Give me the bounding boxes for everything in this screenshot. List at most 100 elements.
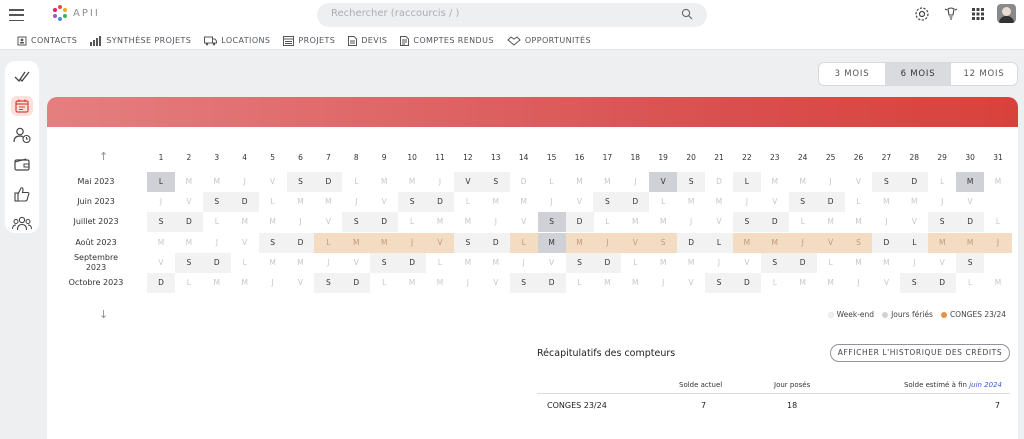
day-cell[interactable]: V <box>259 172 287 192</box>
day-cell[interactable]: V <box>677 273 705 293</box>
day-cell[interactable]: L <box>259 192 287 212</box>
history-button[interactable]: AFFICHER L'HISTORIQUE DES CRÉDITS <box>830 344 1010 362</box>
day-cell[interactable]: M <box>398 273 426 293</box>
day-cell[interactable]: S <box>481 172 510 192</box>
day-cell[interactable]: L <box>593 212 621 232</box>
day-cell[interactable]: D <box>900 172 929 192</box>
day-cell[interactable]: S <box>649 232 678 253</box>
period-option-3[interactable]: 12 MOIS <box>951 63 1017 85</box>
day-cell[interactable]: M <box>984 172 1012 192</box>
settings-icon[interactable] <box>914 6 930 22</box>
day-cell[interactable]: D <box>928 273 957 293</box>
day-cell[interactable]: M <box>677 192 705 212</box>
nav-item-truck[interactable]: LOCATIONS <box>204 32 270 49</box>
scroll-down-arrow-icon[interactable]: ↓ <box>99 308 108 321</box>
day-cell[interactable]: M <box>928 232 957 253</box>
day-cell[interactable]: L <box>314 232 343 253</box>
day-cell[interactable]: D <box>621 192 650 213</box>
day-cell[interactable]: J <box>147 192 175 212</box>
day-cell[interactable]: M <box>621 212 649 232</box>
period-option-1[interactable]: 3 MOIS <box>819 63 885 85</box>
day-cell[interactable]: L <box>621 253 649 273</box>
day-cell[interactable]: V <box>426 232 454 253</box>
day-cell[interactable]: V <box>510 212 538 232</box>
nav-item-contacts[interactable]: CONTACTS <box>17 32 77 49</box>
day-cell[interactable]: J <box>677 212 705 232</box>
day-cell[interactable]: M <box>426 212 454 232</box>
day-cell[interactable]: M <box>287 192 315 212</box>
day-cell[interactable]: D <box>481 232 510 253</box>
day-cell[interactable]: M <box>370 172 398 192</box>
day-cell[interactable]: V <box>231 233 259 253</box>
day-cell[interactable]: J <box>314 253 342 273</box>
day-cell[interactable]: D <box>398 252 427 273</box>
day-cell[interactable]: L <box>538 172 566 192</box>
day-cell[interactable]: M <box>259 253 287 273</box>
nav-item-report[interactable]: COMPTES RENDUS <box>400 32 493 49</box>
day-cell[interactable]: D <box>760 212 789 233</box>
day-cell[interactable]: S <box>956 252 985 273</box>
day-cell[interactable]: L <box>426 253 454 273</box>
day-cell[interactable]: D <box>872 232 901 253</box>
day-cell[interactable]: J <box>398 232 427 253</box>
day-cell[interactable]: S <box>844 232 873 253</box>
day-cell[interactable]: S <box>928 212 957 233</box>
day-cell[interactable]: D <box>956 212 985 233</box>
day-cell[interactable]: J <box>510 253 538 273</box>
period-option-2[interactable]: 6 MOIS <box>885 63 951 85</box>
day-cell[interactable]: M <box>454 253 482 273</box>
day-cell[interactable]: V <box>314 212 342 232</box>
day-cell[interactable]: M <box>705 192 733 212</box>
day-cell[interactable]: L <box>147 172 175 192</box>
day-cell[interactable]: D <box>677 232 706 253</box>
day-cell[interactable]: M <box>956 232 985 253</box>
day-cell[interactable]: M <box>760 232 789 253</box>
day-cell[interactable]: M <box>454 212 482 232</box>
day-cell[interactable]: S <box>593 192 622 213</box>
day-cell[interactable]: L <box>509 232 538 253</box>
day-cell[interactable]: M <box>593 172 621 192</box>
day-cell[interactable]: V <box>900 212 928 232</box>
day-cell[interactable]: D <box>286 232 315 253</box>
day-cell[interactable]: L <box>705 232 733 253</box>
day-cell[interactable]: J <box>733 192 761 212</box>
day-cell[interactable]: V <box>705 212 733 232</box>
day-cell[interactable]: J <box>872 212 900 232</box>
tasks-icon[interactable] <box>11 67 33 86</box>
day-cell[interactable]: D <box>342 273 371 293</box>
day-cell[interactable]: L <box>984 212 1012 232</box>
day-cell[interactable]: M <box>203 172 231 192</box>
day-cell[interactable]: M <box>621 273 649 293</box>
calendar-icon[interactable] <box>11 96 33 116</box>
day-cell[interactable]: J <box>928 192 956 212</box>
day-cell[interactable]: D <box>732 273 761 293</box>
day-cell[interactable]: M <box>175 233 203 253</box>
day-cell[interactable]: M <box>398 172 426 192</box>
day-cell[interactable]: J <box>649 273 677 293</box>
day-cell[interactable]: M <box>482 253 510 273</box>
app-logo[interactable]: APII <box>52 5 100 21</box>
day-cell[interactable]: S <box>314 273 343 293</box>
day-cell[interactable]: V <box>482 273 510 293</box>
day-cell[interactable]: J <box>231 172 259 192</box>
day-cell[interactable]: V <box>453 172 482 192</box>
nav-item-handshake[interactable]: OPPORTUNITÉS <box>507 32 591 49</box>
day-cell[interactable]: M <box>789 172 817 192</box>
day-cell[interactable]: V <box>621 232 650 253</box>
day-cell[interactable]: J <box>203 233 231 253</box>
day-cell[interactable]: J <box>900 253 928 273</box>
apps-grid-icon[interactable] <box>972 7 984 20</box>
day-cell[interactable]: S <box>537 212 566 233</box>
day-cell[interactable]: D <box>788 252 817 273</box>
day-cell[interactable]: S <box>677 172 706 192</box>
day-cell[interactable]: L <box>900 232 929 253</box>
day-cell[interactable]: J <box>426 172 454 192</box>
search-icon[interactable] <box>681 8 693 20</box>
day-cell[interactable]: D <box>230 192 259 213</box>
wallet-icon[interactable] <box>11 155 33 174</box>
day-cell[interactable]: J <box>454 273 482 293</box>
day-cell[interactable]: M <box>287 253 315 273</box>
day-cell[interactable]: L <box>231 253 259 273</box>
day-cell[interactable]: S <box>258 232 287 253</box>
day-cell[interactable]: V <box>956 192 984 212</box>
